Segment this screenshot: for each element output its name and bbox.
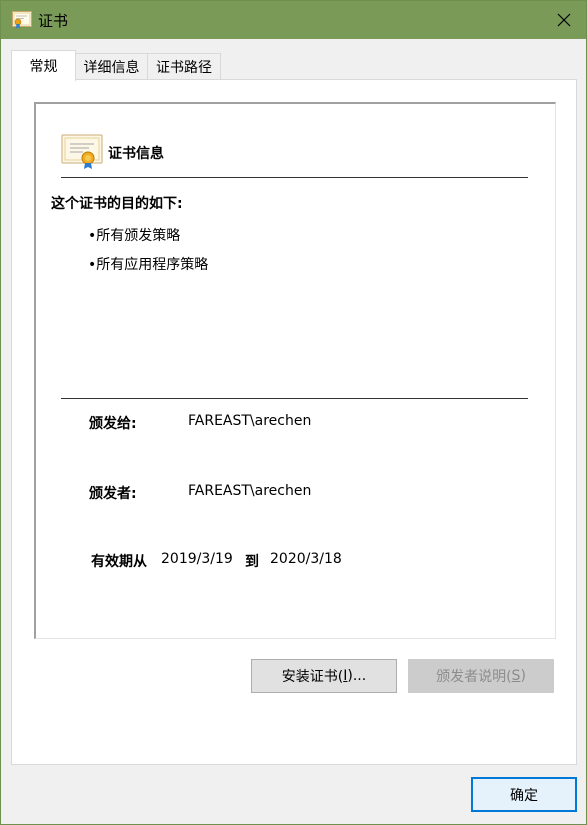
issued-by-label: 颁发者: [89, 486, 137, 502]
tab-details[interactable]: 详细信息 [75, 53, 148, 79]
close-icon [557, 13, 571, 27]
tab-cert-path[interactable]: 证书路径 [147, 53, 221, 79]
certificate-info-frame: 证书信息 这个证书的目的如下: •所有颁发策略 •所有应用程序策略 颁发给: F… [34, 102, 556, 639]
ok-button-label: 确定 [510, 787, 538, 804]
valid-to-label: 到 [245, 554, 259, 570]
divider [61, 177, 528, 178]
ok-button[interactable]: 确定 [471, 777, 577, 812]
general-tab-panel: 证书信息 这个证书的目的如下: •所有颁发策略 •所有应用程序策略 颁发给: F… [11, 79, 577, 765]
close-button[interactable] [541, 1, 587, 39]
certificate-dialog: 证书 常规 详细信息 证书路径 证书信息 这个证书的目的如下: •所有颁发策略 … [0, 0, 587, 825]
issuer-statement-accesskey: S [511, 668, 521, 684]
issuer-statement-label: 颁发者说明( [436, 669, 512, 685]
certificate-info-heading: 证书信息 [108, 146, 164, 162]
tab-details-label: 详细信息 [83, 59, 140, 76]
install-certificate-button[interactable]: 安装证书(I)... [251, 659, 397, 693]
install-certificate-label: 安装证书( [281, 669, 344, 685]
purpose-heading: 这个证书的目的如下: [51, 196, 183, 212]
purpose-item: •所有应用程序策略 [88, 257, 209, 273]
title-bar[interactable]: 证书 [1, 1, 586, 39]
certificate-icon [12, 11, 32, 29]
certificate-icon [61, 134, 103, 169]
tab-general-label: 常规 [29, 59, 58, 75]
valid-from-label: 有效期从 [91, 554, 147, 570]
tab-cert-path-label: 证书路径 [156, 59, 212, 76]
issued-by-value: FAREAST\arechen [188, 483, 312, 499]
valid-from-value: 2019/3/19 [161, 551, 233, 567]
window-title: 证书 [38, 12, 69, 30]
issuer-statement-button[interactable]: 颁发者说明(S) [408, 659, 554, 693]
issuer-statement-suffix: ) [520, 668, 526, 684]
install-certificate-suffix: )... [347, 668, 367, 684]
valid-to-value: 2020/3/18 [270, 551, 342, 567]
issued-to-label: 颁发给: [89, 416, 137, 432]
divider [61, 398, 528, 399]
issued-to-value: FAREAST\arechen [188, 413, 312, 429]
purpose-item: •所有颁发策略 [88, 228, 181, 244]
tab-general[interactable]: 常规 [11, 50, 76, 81]
